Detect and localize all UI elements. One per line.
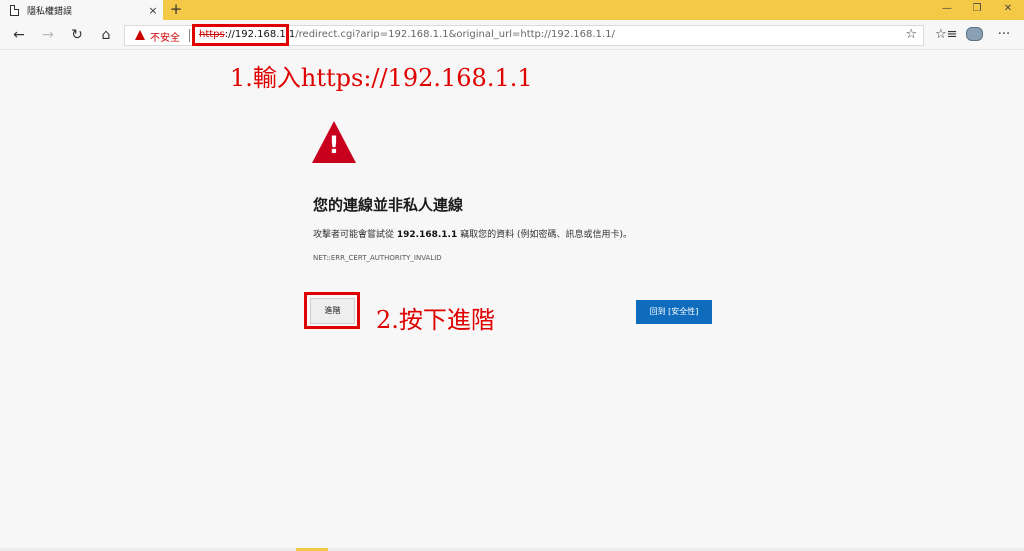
desc-prefix: 攻擊者可能會嘗試從 [313,230,397,240]
back-to-safety-button[interactable]: 回到 [安全性] [636,300,712,324]
navigation-bar: ← → ↻ ⌂ 不安全 https://192.168.1.1/redirect… [0,20,1024,50]
annotation-box-advanced [304,292,360,329]
home-icon[interactable]: ⌂ [95,25,117,45]
annotation-step-2: 2.按下進階 [376,306,495,334]
annotation-step-1: 1.輸入https://192.168.1.1 [230,64,533,92]
maximize-button[interactable]: ❐ [962,0,992,20]
divider [189,29,190,42]
desc-host: 192.168.1.1 [396,230,458,240]
tab-title: 隱私權錯誤 [27,6,73,17]
close-window-button[interactable]: ✕ [993,0,1023,20]
back-arrow-icon[interactable]: ← [8,25,30,45]
title-bar: 隱私權錯誤 × + — ❐ ✕ [0,0,1024,20]
forward-arrow-icon[interactable]: → [37,25,59,45]
not-secure-label[interactable]: 不安全 [150,29,180,44]
annotation-box-url [192,24,289,46]
exclamation-icon: ! [328,131,340,159]
page-title: 您的連線並非私人連線 [313,196,464,214]
minimize-button[interactable]: — [932,0,962,20]
url-path: /redirect.cgi?arip=192.168.1.1&original_… [295,29,615,40]
close-tab-button[interactable]: × [145,4,161,17]
favorite-star-icon[interactable]: ☆ [905,27,917,42]
error-code[interactable]: NET::ERR_CERT_AUTHORITY_INVALID [313,254,442,262]
warning-description: 攻擊者可能會嘗試從 192.168.1.1 竊取您的資料 (例如密碼、訊息或信用… [313,227,632,240]
page-icon [10,4,19,16]
profile-avatar[interactable] [966,27,983,41]
refresh-icon[interactable]: ↻ [66,25,88,45]
new-tab-button[interactable]: + [168,0,184,20]
browser-tab[interactable]: 隱私權錯誤 × [0,0,163,20]
desc-suffix: 竊取您的資料 (例如密碼、訊息或信用卡)。 [457,230,632,240]
more-menu-icon[interactable]: ··· [994,25,1014,45]
favorites-list-icon[interactable]: ☆≡ [935,25,958,45]
warning-icon [135,30,145,40]
